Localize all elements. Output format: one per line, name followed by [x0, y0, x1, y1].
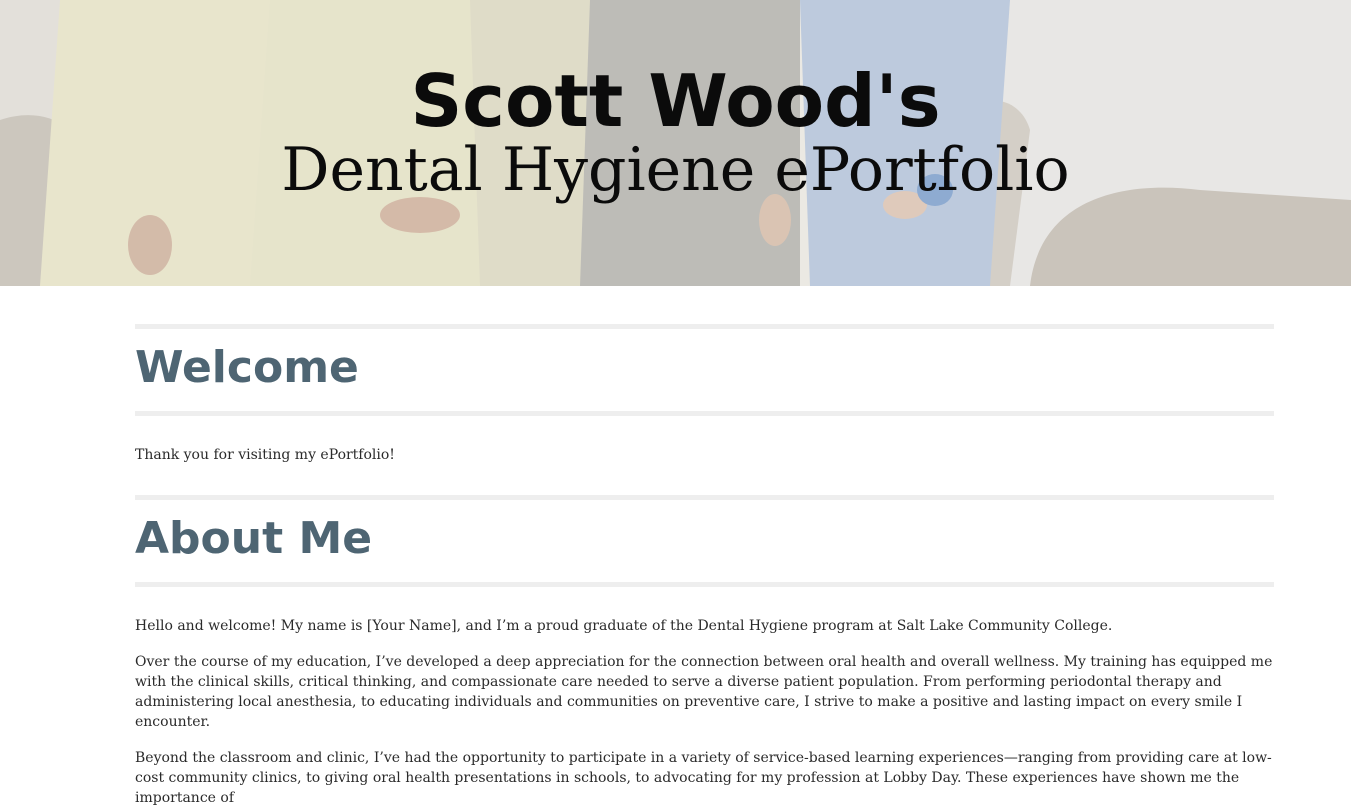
hero-subtitle: Dental Hygiene ePortfolio	[281, 135, 1070, 205]
about-paragraph-1: Hello and welcome! My name is [Your Name…	[135, 618, 1113, 634]
about-heading-block: About Me	[135, 495, 1274, 587]
hero-banner: Scott Wood's Dental Hygiene ePortfolio	[0, 0, 1351, 286]
welcome-heading-block: Welcome	[135, 324, 1274, 416]
welcome-text: Thank you for visiting my ePortfolio!	[135, 447, 395, 463]
about-section: About Me Hello and welcome! My name is […	[135, 495, 1274, 808]
main-content: Welcome Thank you for visiting my ePortf…	[135, 286, 1274, 808]
welcome-section: Welcome Thank you for visiting my ePortf…	[135, 324, 1274, 465]
about-heading: About Me	[135, 513, 373, 564]
about-paragraph-3: Beyond the classroom and clinic, I’ve ha…	[135, 750, 1272, 806]
about-paragraph-2: Over the course of my education, I’ve de…	[135, 654, 1273, 730]
welcome-heading: Welcome	[135, 342, 359, 393]
